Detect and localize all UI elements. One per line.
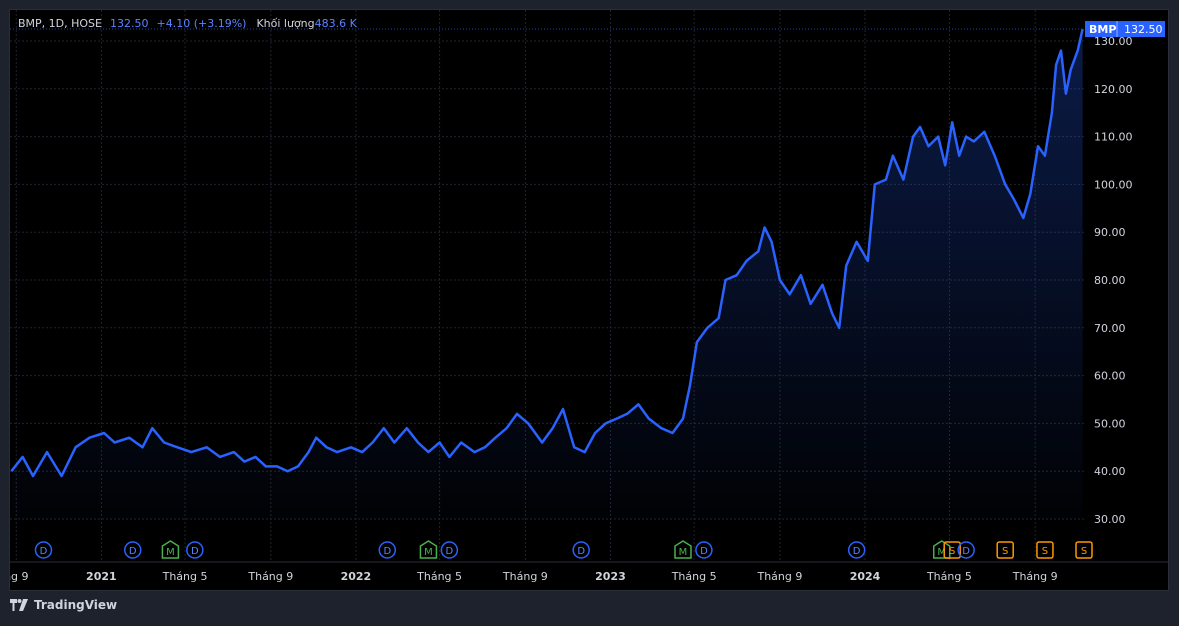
price-chart: 30.00 40.00 50.00 60.00 70.00 80.00 90.00 100.0… (10, 10, 1168, 583)
x-tick-label: Tháng 5 (416, 570, 462, 583)
y-tick-label: 110.00 (1094, 131, 1133, 144)
x-tick-label: Tháng 5 (926, 570, 972, 583)
dividend-event-label: D (40, 546, 48, 557)
dividend-event-label: D (383, 546, 391, 557)
meeting-event-label: M (424, 547, 433, 558)
dividend-event-label: D (853, 546, 861, 557)
x-tick-label: 2021 (86, 570, 117, 583)
y-tick-label: 120.00 (1094, 83, 1133, 96)
dividend-event-label: D (962, 546, 970, 557)
tradingview-logo-icon (10, 599, 28, 611)
brand-footer[interactable]: TradingView (10, 598, 117, 612)
y-tick-label: 80.00 (1094, 274, 1126, 287)
x-tick-label: ng 9 (10, 570, 29, 583)
dividend-event-label: D (191, 546, 199, 557)
split-event-label: S (1002, 546, 1008, 557)
x-tick-label: Tháng 9 (756, 570, 802, 583)
symbol-label[interactable]: BMP, 1D, HOSE (18, 17, 102, 30)
split-event-label: S (1042, 546, 1048, 557)
y-tick-label: 30.00 (1094, 513, 1126, 526)
y-tick-label: 100.00 (1094, 178, 1133, 191)
dividend-event-label: D (700, 546, 708, 557)
x-tick-label: 2024 (850, 570, 881, 583)
volume-label: Khối lượng (256, 17, 315, 30)
last-price: 132.50 (110, 17, 149, 30)
x-tick-label: 2022 (341, 570, 372, 583)
y-tick-label: 60.00 (1094, 370, 1126, 383)
meeting-event-label: M (679, 547, 688, 558)
x-tick-label: Tháng 9 (1012, 570, 1058, 583)
chart-frame: 30.00 40.00 50.00 60.00 70.00 80.00 90.00 100.0… (9, 9, 1169, 591)
meeting-event-label: M (166, 547, 175, 558)
x-tick-label: 2023 (595, 570, 626, 583)
x-tick-label: Tháng 9 (247, 570, 293, 583)
x-tick-label: Tháng 5 (671, 570, 717, 583)
y-tick-label: 90.00 (1094, 226, 1126, 239)
split-event-label: S (1081, 546, 1087, 557)
brand-name: TradingView (34, 598, 118, 612)
dividend-event-label: D (446, 546, 454, 557)
y-tick-label: 70.00 (1094, 322, 1126, 335)
price-change: +4.10 (+3.19%) (156, 17, 247, 30)
y-tick-label: 50.00 (1094, 417, 1126, 430)
volume-value: 483.6 K (314, 17, 357, 30)
x-tick-label: Tháng 9 (502, 570, 548, 583)
price-tag-value: 132.50 (1124, 23, 1163, 36)
dividend-event-label: D (129, 546, 137, 557)
chart-legend: BMP, 1D, HOSE 132.50 +4.10 (+3.19%) Khối… (18, 17, 357, 30)
dividend-event-label: D (577, 546, 585, 557)
x-tick-label: Tháng 5 (162, 570, 208, 583)
price-tag-symbol: BMP (1089, 23, 1116, 36)
y-tick-label: 40.00 (1094, 465, 1126, 478)
split-event-label: S (949, 546, 955, 557)
